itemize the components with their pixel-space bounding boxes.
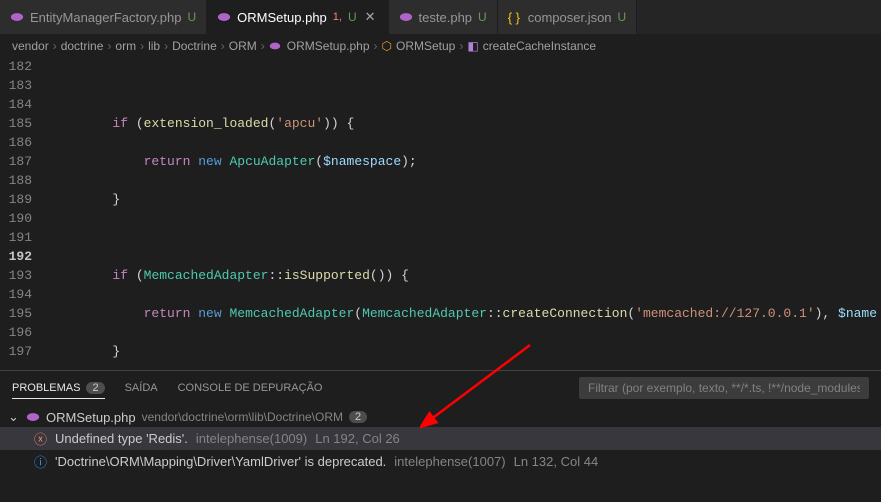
php-icon <box>10 10 24 24</box>
breadcrumb-symbol[interactable]: ORMSetup <box>396 39 455 53</box>
tab-entitymanagerfactory[interactable]: EntityManagerFactory.php U <box>0 0 207 34</box>
editor[interactable]: 1821831841851861871881891901911921931941… <box>0 57 881 370</box>
panel-tab-problemas[interactable]: PROBLEMAS 2 <box>12 378 105 399</box>
error-icon: ⓧ <box>34 429 47 448</box>
php-icon <box>269 39 283 53</box>
problem-message: Undefined type 'Redis'. <box>55 431 188 446</box>
panel-tab-saida[interactable]: SAÍDA <box>125 378 158 398</box>
problem-message: 'Doctrine\ORM\Mapping\Driver\YamlDriver'… <box>55 454 386 469</box>
problem-location: Ln 192, Col 26 <box>315 431 400 446</box>
breadcrumb-segment[interactable]: ORM <box>229 39 257 53</box>
line-gutter: 1821831841851861871881891901911921931941… <box>0 57 50 370</box>
breadcrumb-segment[interactable]: doctrine <box>61 39 104 53</box>
git-status-badge: U <box>618 10 627 24</box>
breadcrumb-segment[interactable]: lib <box>148 39 160 53</box>
problem-item[interactable]: ⓧ Undefined type 'Redis'. intelephense(1… <box>0 427 881 450</box>
panel-tab-console[interactable]: CONSOLE DE DEPURAÇÃO <box>178 378 323 398</box>
php-icon <box>217 10 231 24</box>
panel-tabs: PROBLEMAS 2 SAÍDA CONSOLE DE DEPURAÇÃO <box>0 371 881 405</box>
git-status-badge: U <box>188 10 197 24</box>
breadcrumb-symbol[interactable]: createCacheInstance <box>483 39 596 53</box>
problem-source: intelephense(1009) <box>196 431 307 446</box>
breadcrumb-segment[interactable]: orm <box>115 39 136 53</box>
problems-filter-input[interactable] <box>579 377 869 399</box>
tabs-bar: EntityManagerFactory.php U ORMSetup.php … <box>0 0 881 35</box>
tab-composer[interactable]: { } composer.json U <box>498 0 638 34</box>
code-content[interactable]: if (extension_loaded('apcu')) { return n… <box>50 57 881 370</box>
chevron-down-icon[interactable]: ⌄ <box>8 409 20 425</box>
php-icon <box>26 410 40 424</box>
problems-list: ⌄ ORMSetup.php vendor\doctrine\orm\lib\D… <box>0 405 881 502</box>
tab-error-count: 1, <box>333 11 342 23</box>
problem-location: Ln 132, Col 44 <box>514 454 599 469</box>
tab-teste[interactable]: teste.php U <box>389 0 498 34</box>
git-status-badge: U <box>348 10 357 24</box>
tab-label: ORMSetup.php <box>237 10 327 25</box>
problem-item[interactable]: ⓘ 'Doctrine\ORM\Mapping\Driver\YamlDrive… <box>0 450 881 473</box>
php-icon <box>399 10 413 24</box>
close-icon[interactable]: ✕ <box>363 7 378 27</box>
problem-file-path: vendor\doctrine\orm\lib\Doctrine\ORM <box>142 410 343 424</box>
problems-panel: PROBLEMAS 2 SAÍDA CONSOLE DE DEPURAÇÃO ⌄… <box>0 370 881 502</box>
breadcrumb-segment[interactable]: Doctrine <box>172 39 217 53</box>
problems-count-badge: 2 <box>86 382 104 394</box>
tab-ormsetup[interactable]: ORMSetup.php 1, U ✕ <box>207 0 388 34</box>
tab-label: teste.php <box>419 10 473 25</box>
tab-label: EntityManagerFactory.php <box>30 10 182 25</box>
breadcrumb-segment[interactable]: vendor <box>12 39 49 53</box>
problem-file-name: ORMSetup.php <box>46 410 136 425</box>
breadcrumb-file[interactable]: ORMSetup.php <box>287 39 370 53</box>
tab-label: composer.json <box>528 10 612 25</box>
problem-file-group[interactable]: ⌄ ORMSetup.php vendor\doctrine\orm\lib\D… <box>0 407 881 427</box>
git-status-badge: U <box>478 10 487 24</box>
class-icon: ⬡ <box>382 39 392 53</box>
method-icon: ◧ <box>467 39 478 53</box>
json-icon: { } <box>508 10 522 24</box>
info-icon: ⓘ <box>34 452 47 471</box>
breadcrumb[interactable]: vendor› doctrine› orm› lib› Doctrine› OR… <box>0 35 881 57</box>
problem-source: intelephense(1007) <box>394 454 505 469</box>
file-problem-count: 2 <box>349 411 367 423</box>
